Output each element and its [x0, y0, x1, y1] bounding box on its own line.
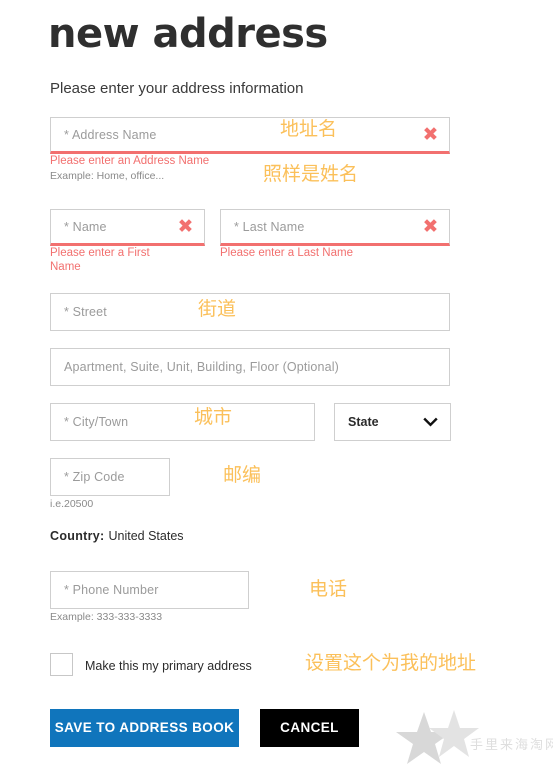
- first-name-input[interactable]: * Name ✖: [50, 209, 205, 246]
- annotation-street: 街道: [198, 298, 237, 320]
- street-input[interactable]: * Street: [50, 293, 450, 331]
- save-to-address-book-button[interactable]: SAVE TO ADDRESS BOOK: [50, 709, 239, 747]
- last-name-error: Please enter a Last Name: [220, 247, 353, 259]
- page-title: new address: [48, 11, 328, 57]
- phone-placeholder: * Phone Number: [64, 583, 159, 597]
- annotation-city: 城市: [194, 406, 233, 428]
- cancel-button[interactable]: CANCEL: [260, 709, 359, 747]
- clear-icon[interactable]: ✖: [422, 217, 439, 236]
- city-placeholder: * City/Town: [64, 415, 129, 429]
- annotation-address-name: 地址名: [280, 118, 338, 140]
- watermark-text: 手里来海淘网: [470, 738, 553, 753]
- zip-placeholder: * Zip Code: [64, 470, 125, 484]
- watermark: 手里来海淘网: [396, 708, 553, 776]
- address-name-hint: Example: Home, office...: [50, 170, 165, 182]
- annotation-zip: 邮编: [223, 464, 262, 486]
- address-name-error: Please enter an Address Name: [50, 155, 210, 167]
- zip-hint: i.e.20500: [50, 498, 94, 510]
- last-name-input[interactable]: * Last Name ✖: [220, 209, 450, 246]
- annotation-address-name-note: 照样是姓名: [263, 163, 359, 185]
- country-value: United States: [108, 529, 184, 543]
- apartment-placeholder: Apartment, Suite, Unit, Building, Floor …: [64, 360, 339, 374]
- phone-input[interactable]: * Phone Number: [50, 571, 249, 609]
- first-name-error: Please enter a First Name: [50, 247, 150, 273]
- address-name-placeholder: * Address Name: [64, 127, 157, 142]
- street-placeholder: * Street: [64, 305, 107, 319]
- clear-icon[interactable]: ✖: [177, 217, 194, 236]
- phone-hint: Example: 333-333-3333: [50, 611, 163, 623]
- primary-address-checkbox[interactable]: [50, 653, 73, 676]
- apartment-input[interactable]: Apartment, Suite, Unit, Building, Floor …: [50, 348, 450, 386]
- annotation-phone: 电话: [309, 578, 348, 600]
- country-label: Country:: [50, 529, 105, 543]
- country-row: Country: United States: [50, 529, 184, 543]
- zip-input[interactable]: * Zip Code: [50, 458, 170, 496]
- chevron-down-icon: [423, 415, 438, 430]
- page-subtitle: Please enter your address information: [50, 80, 304, 97]
- address-name-input[interactable]: * Address Name ✖: [50, 117, 450, 154]
- annotation-primary: 设置这个为我的地址: [305, 652, 477, 674]
- clear-icon[interactable]: ✖: [422, 125, 439, 144]
- state-select-value: State: [348, 415, 379, 429]
- new-address-page: new address Please enter your address in…: [0, 0, 553, 783]
- city-input[interactable]: * City/Town: [50, 403, 315, 441]
- state-select[interactable]: State: [334, 403, 451, 441]
- first-name-placeholder: * Name: [64, 219, 107, 234]
- primary-address-label: Make this my primary address: [85, 659, 252, 673]
- last-name-placeholder: * Last Name: [234, 219, 305, 234]
